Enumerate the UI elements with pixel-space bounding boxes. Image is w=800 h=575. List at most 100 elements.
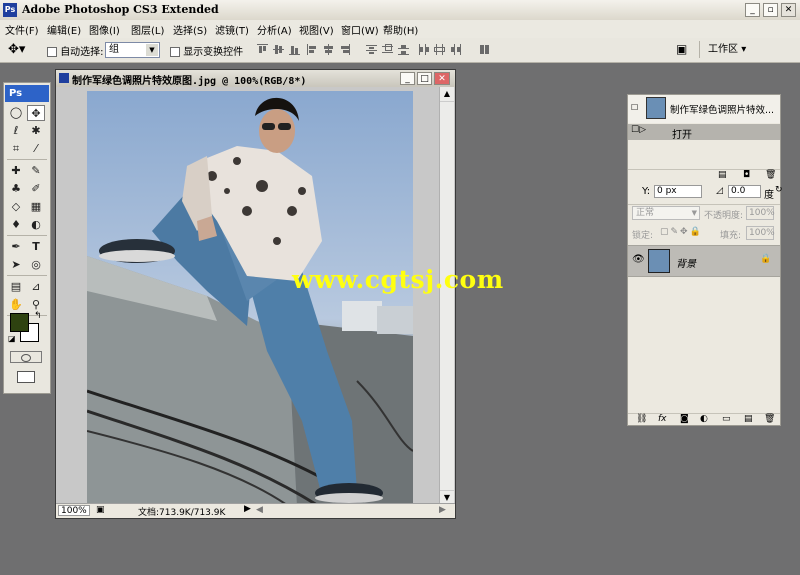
history-item-open[interactable]: ☐▷ 打开: [628, 124, 780, 141]
close-icon[interactable]: ✕: [781, 3, 796, 17]
pen-tool-icon[interactable]: ✒: [7, 239, 25, 255]
blend-mode-dropdown[interactable]: 正常 ▼: [632, 206, 700, 220]
vertical-scrollbar[interactable]: ▲ ▼: [439, 87, 454, 505]
menu-window[interactable]: 窗口(W): [341, 22, 379, 37]
doc-close-icon[interactable]: ✕: [434, 72, 450, 85]
auto-select-option[interactable]: 自动选择:: [47, 43, 104, 58]
title-bar: Ps Adobe Photoshop CS3 Extended _ ▫ ✕: [0, 0, 800, 21]
distribute-vcenter-icon[interactable]: [382, 44, 393, 55]
eye-icon[interactable]: 👁: [632, 254, 645, 265]
align-right-icon[interactable]: [339, 44, 350, 55]
gradient-tool-icon[interactable]: ▦: [27, 199, 45, 215]
trash-icon[interactable]: 🗑: [765, 170, 776, 180]
doc-minimize-icon[interactable]: _: [400, 72, 415, 85]
show-transform-option[interactable]: 显示变换控件: [170, 43, 243, 58]
dodge-tool-icon[interactable]: ◐: [27, 217, 45, 233]
healing-brush-icon[interactable]: ✚: [7, 163, 25, 179]
clone-stamp-icon[interactable]: ♣: [7, 181, 25, 197]
lasso-tool-icon[interactable]: ℓ: [7, 123, 25, 139]
distribute-hcenter-icon[interactable]: [434, 44, 445, 55]
menu-filter[interactable]: 滤镜(T): [215, 22, 249, 37]
layer-style-icon[interactable]: fx: [658, 414, 667, 424]
menu-image[interactable]: 图像(I): [89, 22, 120, 37]
type-tool-icon[interactable]: T: [27, 239, 45, 255]
history-brush-icon[interactable]: ✐: [27, 181, 45, 197]
history-snapshot-row[interactable]: ☐ 制作军绿色调照片特效...: [628, 95, 780, 123]
move-tool-icon[interactable]: ✥: [27, 105, 45, 121]
align-vcenter-icon[interactable]: [273, 44, 284, 55]
auto-select-dropdown[interactable]: 组 ▼: [105, 42, 160, 58]
lock-icons[interactable]: ▢✎✥🔒: [660, 227, 703, 237]
align-top-icon[interactable]: [257, 44, 268, 55]
menu-analysis[interactable]: 分析(A): [257, 22, 292, 37]
new-document-icon[interactable]: ▤: [718, 170, 727, 180]
scroll-left-icon[interactable]: ◀: [256, 505, 263, 515]
hand-tool-icon[interactable]: ✋: [7, 297, 25, 313]
reset-icon[interactable]: ↻: [775, 185, 783, 195]
distribute-right-icon[interactable]: [450, 44, 461, 55]
watermark-text: www.cgtsj.com: [292, 265, 504, 294]
status-menu-arrow-icon[interactable]: ▶: [244, 504, 251, 514]
workspace-button[interactable]: 工作区 ▾: [699, 41, 751, 58]
quick-mask-icon[interactable]: [10, 351, 42, 363]
align-left-icon[interactable]: [307, 44, 318, 55]
eyedropper-icon[interactable]: ⊿: [27, 279, 45, 295]
layer-thumbnail: [648, 249, 670, 273]
canvas-image[interactable]: [87, 91, 413, 505]
auto-select-checkbox[interactable]: [47, 47, 57, 57]
crop-tool-icon[interactable]: ⌗: [7, 141, 25, 157]
scroll-right-icon[interactable]: ▶: [439, 505, 446, 515]
eraser-tool-icon[interactable]: ◇: [7, 199, 25, 215]
notes-tool-icon[interactable]: ▤: [7, 279, 25, 295]
menu-help[interactable]: 帮助(H): [383, 22, 418, 37]
angle-input[interactable]: 0.0: [728, 185, 761, 198]
fill-input[interactable]: 100%: [746, 226, 775, 240]
menu-layer[interactable]: 图层(L): [131, 22, 164, 37]
adjustment-layer-icon[interactable]: ◐: [700, 414, 708, 424]
menu-edit[interactable]: 编辑(E): [47, 22, 81, 37]
history-footer: ▤ ◘ 🗑: [628, 169, 780, 182]
palette-well-icon[interactable]: ▣: [676, 42, 687, 56]
move-tool-icon[interactable]: ✥▾: [8, 42, 25, 57]
marquee-tool-icon[interactable]: ◯: [7, 105, 25, 121]
align-hcenter-icon[interactable]: [323, 44, 334, 55]
opacity-input[interactable]: 100%: [746, 206, 775, 220]
new-snapshot-icon[interactable]: ◘: [743, 170, 750, 180]
magic-wand-icon[interactable]: ✱: [27, 123, 45, 139]
swap-colors-icon[interactable]: ↰: [34, 311, 42, 321]
auto-align-layers-icon[interactable]: [479, 44, 490, 55]
minimize-icon[interactable]: _: [745, 3, 760, 17]
screen-mode-icon[interactable]: [17, 371, 35, 383]
menu-select[interactable]: 选择(S): [173, 22, 207, 37]
show-transform-checkbox[interactable]: [170, 47, 180, 57]
foreground-color-swatch[interactable]: [10, 313, 29, 332]
zoom-field[interactable]: 100%: [58, 505, 90, 516]
app-title: Adobe Photoshop CS3 Extended: [22, 3, 219, 16]
scroll-up-icon[interactable]: ▲: [440, 87, 454, 102]
toolbox-header[interactable]: Ps: [5, 85, 49, 102]
distribute-left-icon[interactable]: [418, 44, 429, 55]
y-input[interactable]: 0 px: [654, 185, 702, 198]
path-select-icon[interactable]: ➤: [7, 257, 25, 273]
menu-file[interactable]: 文件(F): [5, 22, 39, 37]
status-options-icon[interactable]: ▣: [96, 505, 105, 515]
distribute-bottom-icon[interactable]: [398, 44, 409, 55]
shape-tool-icon[interactable]: ◎: [27, 257, 45, 273]
document-title-bar[interactable]: 制作军绿色调照片特效原图.jpg @ 100%(RGB/8*) _ □ ✕: [56, 70, 455, 87]
restore-icon[interactable]: ▫: [763, 3, 778, 17]
layer-row-background[interactable]: 👁 背景 🔒: [628, 245, 780, 277]
link-layers-icon[interactable]: ⛓: [636, 414, 647, 424]
align-bottom-icon[interactable]: [289, 44, 300, 55]
brush-tool-icon[interactable]: ✎: [27, 163, 45, 179]
default-colors-icon[interactable]: ◪: [8, 334, 16, 343]
blur-tool-icon[interactable]: ♦: [7, 217, 25, 233]
new-layer-icon[interactable]: ▤: [744, 414, 753, 424]
slice-tool-icon[interactable]: ⁄: [27, 141, 45, 157]
new-group-icon[interactable]: ▭: [722, 414, 731, 424]
photo-illustration: [87, 97, 413, 505]
menu-view[interactable]: 视图(V): [299, 22, 334, 37]
delete-layer-icon[interactable]: 🗑: [764, 414, 775, 424]
distribute-top-icon[interactable]: [366, 44, 377, 55]
add-mask-icon[interactable]: ◙: [680, 414, 689, 424]
doc-maximize-icon[interactable]: □: [417, 72, 432, 85]
